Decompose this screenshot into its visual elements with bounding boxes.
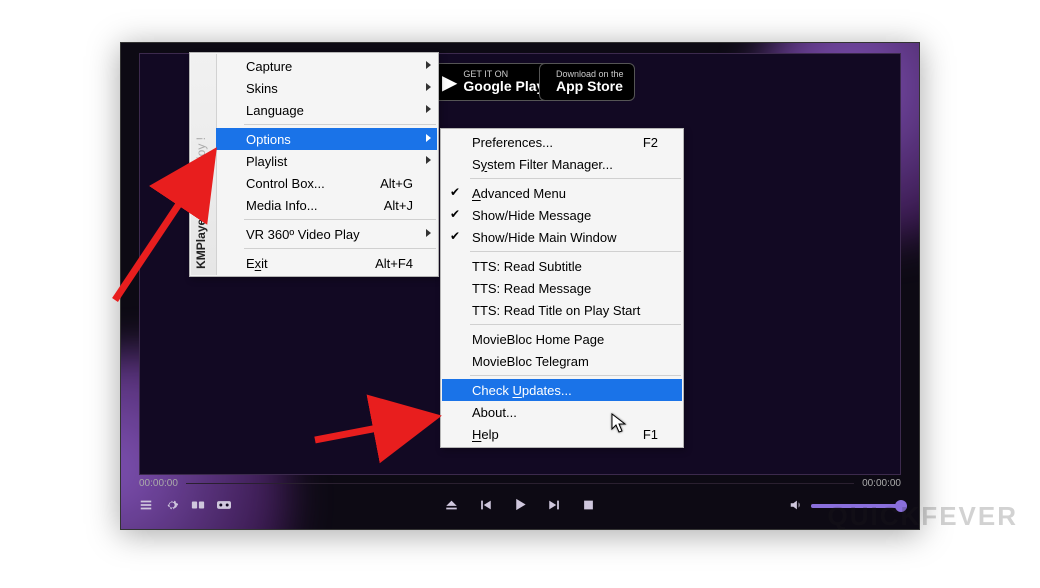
submenu-item-moviebloc-telegram[interactable]: MovieBloc Telegram	[442, 350, 682, 372]
submenu-item-advanced-menu[interactable]: ✔Advanced Menu	[442, 182, 682, 204]
submenu-item-moviebloc-home[interactable]: MovieBloc Home Page	[442, 328, 682, 350]
time-elapsed: 00:00:00	[139, 478, 178, 489]
submenu-item-showhide-main-window[interactable]: ✔Show/Hide Main Window	[442, 226, 682, 248]
play-triangle-icon: ▶	[442, 70, 457, 95]
menu-item-options[interactable]: Options	[216, 128, 437, 150]
vr-icon[interactable]	[217, 498, 231, 515]
next-icon[interactable]	[548, 498, 562, 515]
stop-icon[interactable]	[582, 498, 596, 515]
control-bar	[139, 493, 901, 519]
submenu-item-check-updates[interactable]: Check Updates...	[442, 379, 682, 401]
page-watermark: QUICKFEVER	[828, 501, 1018, 532]
app-store-badge[interactable]: Download on the App Store	[539, 63, 635, 101]
menu-item-playlist[interactable]: Playlist	[216, 150, 437, 172]
submenu-item-showhide-message[interactable]: ✔Show/Hide Message	[442, 204, 682, 226]
check-icon: ✔	[450, 185, 460, 199]
submenu-item-help[interactable]: HelpF1	[442, 423, 682, 445]
check-icon: ✔	[450, 229, 460, 243]
submenu-arrow-icon	[426, 156, 431, 164]
seek-track[interactable]	[186, 483, 854, 484]
submenu-item-preferences[interactable]: Preferences...F2	[442, 131, 682, 153]
previous-icon[interactable]	[479, 498, 493, 515]
time-total: 00:00:00	[862, 478, 901, 489]
control-box-icon[interactable]	[191, 498, 205, 515]
submenu-item-tts-subtitle[interactable]: TTS: Read Subtitle	[442, 255, 682, 277]
menu-item-control-box[interactable]: Control Box...Alt+G	[216, 172, 437, 194]
submenu-item-system-filter-manager[interactable]: System Filter Manager...	[442, 153, 682, 175]
submenu-item-tts-title[interactable]: TTS: Read Title on Play Start	[442, 299, 682, 321]
submenu-arrow-icon	[426, 61, 431, 69]
google-play-badge[interactable]: ▶ GET IT ON Google Play	[431, 63, 555, 101]
menu-item-exit[interactable]: ExitAlt+F4	[216, 252, 437, 274]
menu-item-capture[interactable]: Capture	[216, 55, 437, 77]
volume-icon[interactable]	[789, 498, 803, 515]
eject-icon[interactable]	[445, 498, 459, 515]
slogan-text: We All Enjoy !	[194, 137, 208, 211]
context-menu: KMPlayer We All Enjoy ! Capture Skins La…	[189, 52, 439, 277]
check-icon: ✔	[450, 207, 460, 221]
submenu-arrow-icon	[426, 105, 431, 113]
menu-item-vr360[interactable]: VR 360º Video Play	[216, 223, 437, 245]
options-submenu: Preferences...F2 System Filter Manager..…	[440, 128, 684, 448]
submenu-item-about[interactable]: About...	[442, 401, 682, 423]
settings-icon[interactable]	[165, 498, 179, 515]
badge-bottom: App Store	[556, 79, 624, 94]
play-icon[interactable]	[513, 497, 528, 515]
submenu-arrow-icon	[426, 229, 431, 237]
submenu-arrow-icon	[426, 83, 431, 91]
menu-sidebar: KMPlayer We All Enjoy !	[191, 54, 217, 275]
submenu-arrow-icon	[426, 134, 431, 142]
badge-bottom: Google Play	[463, 79, 544, 94]
time-bar: 00:00:00 00:00:00	[139, 475, 901, 491]
menu-item-language[interactable]: Language	[216, 99, 437, 121]
submenu-item-tts-message[interactable]: TTS: Read Message	[442, 277, 682, 299]
menu-item-media-info[interactable]: Media Info...Alt+J	[216, 194, 437, 216]
brand-text: KMPlayer	[194, 214, 208, 269]
playlist-icon[interactable]	[139, 498, 153, 515]
menu-item-skins[interactable]: Skins	[216, 77, 437, 99]
